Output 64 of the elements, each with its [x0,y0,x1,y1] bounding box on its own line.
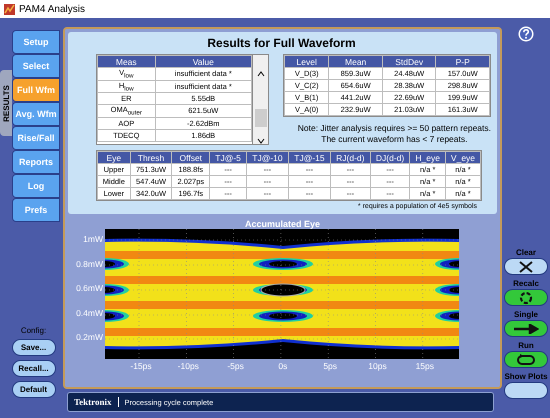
plots-button[interactable] [504,382,548,399]
side-tab[interactable]: RESULTS [0,70,12,136]
column-header: Level [285,56,328,67]
axis-label: -15ps [130,361,152,371]
panel-title: Results for Full Waveform [206,36,357,50]
config-button[interactable]: Save... [12,339,56,356]
nav-tab[interactable]: Full Wfm [12,78,60,102]
column-header: H_eye [410,152,445,163]
column-header: P-P [436,56,489,67]
config-label: Config: [20,326,46,335]
axis-label: 0.8mW [76,258,103,268]
scroll-bar[interactable] [253,54,269,145]
control-label: Clear [516,248,536,257]
column-header: Eye [98,152,130,163]
column-header: StdDev [382,56,436,67]
run-button[interactable] [504,351,548,368]
column-header: Mean [329,56,382,67]
axis-label: 1mW [83,234,103,244]
clear-button[interactable] [504,258,548,275]
column-header: TJ@-10 [246,152,288,163]
axis-label: 0.4mW [76,308,103,318]
app-icon [4,4,15,14]
axis-label: 0s [278,361,288,371]
column-header: Value [156,56,251,67]
chart-title: Accumulated Eye [244,219,322,229]
config-button[interactable]: Default [12,381,56,398]
note-text: Note: Jitter analysis requires >= 50 pattern repeats. [298,123,491,134]
nav-tab[interactable]: Reports [12,150,60,174]
control-label: Single [514,310,538,319]
axis-label: 5ps [323,361,338,371]
column-header: TJ@-5 [210,152,246,163]
control-label: Recalc [513,279,539,288]
column-header: TJ@-15 [288,152,330,163]
column-header: V_eye [446,152,480,163]
single-button[interactable] [504,320,548,337]
axis-label: 0.6mW [76,283,103,293]
nav-tab[interactable]: Setup [12,30,60,54]
config-button[interactable]: Recall... [12,360,56,377]
brand-logo: Tektronix [74,397,119,407]
help-icon[interactable] [518,26,534,42]
arrow-right-icon [513,324,539,334]
axis-label: -10ps [178,361,199,371]
nav-tab[interactable]: Prefs [12,198,60,222]
nav-tab[interactable]: Select [12,54,60,78]
nav-tab[interactable]: Log [12,174,60,198]
axis-label: 15ps [416,361,434,371]
column-header: Offset [172,152,210,163]
close-icon [518,260,534,272]
nav-tab[interactable]: Avg. Wfm [12,102,60,126]
column-header: Meas [98,56,155,67]
recalc-button[interactable] [504,289,548,306]
column-header: RJ(d-d) [330,152,370,163]
control-label: Run [518,341,534,350]
loop-icon [516,354,536,366]
nav-tab[interactable]: Rise/Fall [12,126,60,150]
window-title: PAM4 Analysis [19,4,85,14]
axis-label: -5ps [227,361,244,371]
control-label: Show Plots [504,372,548,381]
axis-label: 10ps [368,361,387,371]
refresh-icon [519,290,533,304]
axis-label: 0.2mW [76,332,103,342]
column-header: DJ(d-d) [370,152,410,163]
column-header: Thresh [130,152,172,163]
note-text: The current waveform has < 7 repeats. [320,134,468,145]
